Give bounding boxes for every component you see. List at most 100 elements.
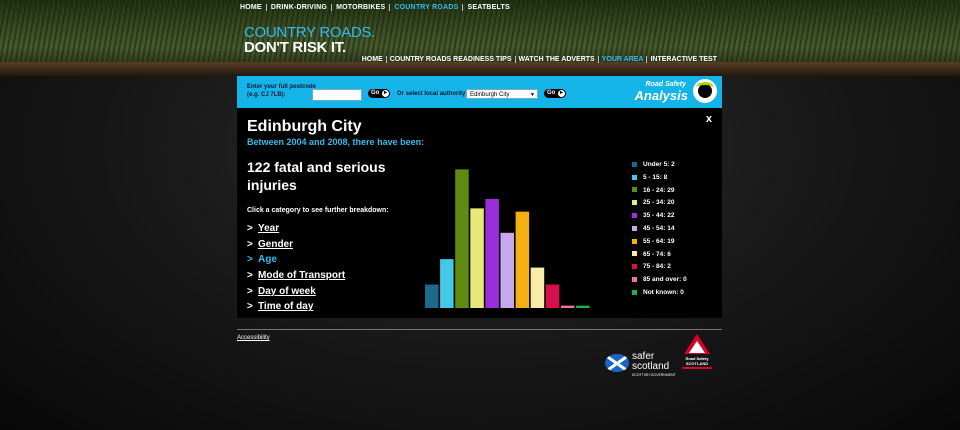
category-day-of-week[interactable]: > Day of week xyxy=(247,284,345,300)
legend-label: 35 - 44: 22 xyxy=(643,212,675,220)
total-injuries: 122 fatal and serious injuries xyxy=(247,159,386,193)
legend-label: 75 - 84: 2 xyxy=(643,263,671,271)
category-list: > Year > Gender > Age > Mode of Transport > D… xyxy=(247,221,345,315)
search-bar: Enter your full postcode (e.g. CJ 7LB): … xyxy=(237,76,722,108)
top-nav-drink-driving[interactable]: DRINK-DRIVING xyxy=(267,4,333,11)
bar-85-and-over[interactable] xyxy=(560,305,575,308)
age-bar-chart xyxy=(425,169,590,309)
postcode-label: Enter your full postcode (e.g. CJ 7LB): xyxy=(247,84,317,98)
legend-swatch xyxy=(632,200,637,206)
top-nav-motorbikes[interactable]: MOTORBIKES xyxy=(332,4,391,11)
legend-swatch xyxy=(632,225,637,231)
category-label: Year xyxy=(258,223,280,234)
bar-55-64[interactable] xyxy=(515,211,530,308)
legend-label: 45 - 54: 14 xyxy=(643,224,675,232)
legend-swatch xyxy=(632,187,637,193)
accessibility-link[interactable]: Accessibility xyxy=(237,335,270,341)
bar-25-34[interactable] xyxy=(470,208,484,308)
authority-go-button[interactable]: Go ▸ xyxy=(544,89,566,98)
category-label: Time of day xyxy=(258,301,314,313)
chevron-right-icon: > xyxy=(247,270,253,282)
legend-item: Under 5: 2 xyxy=(632,159,687,172)
bar-not-known[interactable] xyxy=(576,305,590,308)
legend-item: 16 - 24: 29 xyxy=(632,185,687,198)
rsa-title-small: Road Safety xyxy=(645,81,686,88)
rsa-title-large: Analysis xyxy=(634,88,688,103)
legend-item: 55 - 64: 19 xyxy=(632,236,687,249)
category-year[interactable]: > Year xyxy=(247,221,345,237)
legend-label: 5 - 15: 8 xyxy=(643,173,668,181)
rss-logo-line2: SCOTLAND xyxy=(685,361,709,366)
main-nav-watch-adverts[interactable]: WATCH THE ADVERTS xyxy=(516,56,599,63)
saltire-icon xyxy=(605,354,629,372)
legend-swatch xyxy=(632,264,637,270)
chevron-down-icon: ▼ xyxy=(530,92,535,98)
period-subtitle: Between 2004 and 2008, there have been: xyxy=(247,137,425,147)
authority-select[interactable]: Edinburgh City ▼ xyxy=(466,89,538,99)
safer-logo-line3: SCOTTISH GOVERNMENT xyxy=(632,373,676,377)
bar-under-5[interactable] xyxy=(425,284,439,309)
main-nav-readiness-tips[interactable]: COUNTRY ROADS READINESS TIPS xyxy=(387,56,516,63)
arrow-right-icon: ▸ xyxy=(558,90,565,97)
legend-label: 65 - 74: 6 xyxy=(643,250,671,258)
legend-item: 75 - 84: 2 xyxy=(632,261,687,274)
top-nav: HOME DRINK-DRIVING MOTORBIKES COUNTRY RO… xyxy=(240,4,514,11)
bar-5-15[interactable] xyxy=(440,259,454,308)
main-nav-interactive-test[interactable]: INTERACTIVE TEST xyxy=(647,56,717,63)
rss-logo-bar xyxy=(682,367,712,369)
chevron-right-icon: > xyxy=(247,301,253,313)
category-label: Age xyxy=(258,254,277,266)
bar-16-24[interactable] xyxy=(455,169,469,308)
legend-label: 25 - 34: 20 xyxy=(643,199,675,207)
legend-item: 5 - 15: 8 xyxy=(632,172,687,185)
chevron-right-icon: > xyxy=(247,254,253,266)
authority-label: Or select local authority: xyxy=(397,91,468,97)
bar-75-84[interactable] xyxy=(545,284,560,309)
legend-item: 65 - 74: 6 xyxy=(632,249,687,262)
safer-scotland-logo[interactable]: safer scotland SCOTTISH GOVERNMENT xyxy=(605,352,676,378)
category-time-of-day[interactable]: > Time of day xyxy=(247,299,345,315)
category-label: Day of week xyxy=(258,285,316,297)
legend-label: Under 5: 2 xyxy=(643,161,675,168)
bar-35-44[interactable] xyxy=(485,198,499,308)
legend-label: 16 - 24: 29 xyxy=(643,186,675,194)
close-button[interactable]: x xyxy=(706,113,712,125)
chevron-right-icon: > xyxy=(247,223,253,234)
category-gender[interactable]: > Gender xyxy=(247,237,345,253)
category-age[interactable]: > Age xyxy=(247,252,345,268)
top-nav-country-roads[interactable]: COUNTRY ROADS xyxy=(390,4,464,11)
chevron-right-icon: > xyxy=(247,285,253,297)
legend-item: 25 - 34: 20 xyxy=(632,197,687,210)
postcode-go-label: Go xyxy=(371,90,380,96)
warning-triangle-inner xyxy=(689,341,705,353)
results-panel: x Edinburgh City Between 2004 and 2008, … xyxy=(237,108,722,318)
top-nav-home[interactable]: HOME xyxy=(240,4,267,11)
arrow-right-icon: ▸ xyxy=(382,90,389,97)
category-mode-of-transport[interactable]: > Mode of Transport xyxy=(247,268,345,284)
main-nav-home[interactable]: HOME xyxy=(359,56,387,63)
bar-45-54[interactable] xyxy=(500,232,515,308)
legend-item: 35 - 44: 22 xyxy=(632,210,687,223)
road-icon xyxy=(693,79,717,103)
bar-65-74[interactable] xyxy=(530,267,545,308)
category-label: Mode of Transport xyxy=(258,270,346,282)
footer-divider xyxy=(237,329,722,330)
legend-swatch xyxy=(632,161,637,167)
postcode-go-button[interactable]: Go ▸ xyxy=(368,89,390,98)
main-nav-your-area[interactable]: YOUR AREA xyxy=(599,56,648,63)
category-label: Gender xyxy=(258,238,294,250)
main-nav: HOME COUNTRY ROADS READINESS TIPS WATCH … xyxy=(359,56,717,63)
brand-logo-line2[interactable]: DON'T RISK IT. xyxy=(244,39,346,56)
legend-swatch xyxy=(632,276,637,282)
legend-swatch xyxy=(632,174,637,180)
legend-item: 85 and over: 0 xyxy=(632,274,687,287)
road-safety-scotland-logo[interactable]: Road Safety SCOTLAND xyxy=(681,334,713,374)
legend-item: Not known: 0 xyxy=(632,287,687,300)
postcode-input[interactable] xyxy=(312,89,362,101)
category-hint: Click a category to see further breakdow… xyxy=(247,207,389,214)
top-nav-seatbelts[interactable]: SEATBELTS xyxy=(463,4,513,11)
legend-swatch xyxy=(632,251,637,257)
legend-label: 55 - 64: 19 xyxy=(643,237,675,245)
chart-legend: Under 5: 2 5 - 15: 8 16 - 24: 29 25 - 34: 2… xyxy=(632,159,687,300)
legend-swatch xyxy=(632,289,637,295)
